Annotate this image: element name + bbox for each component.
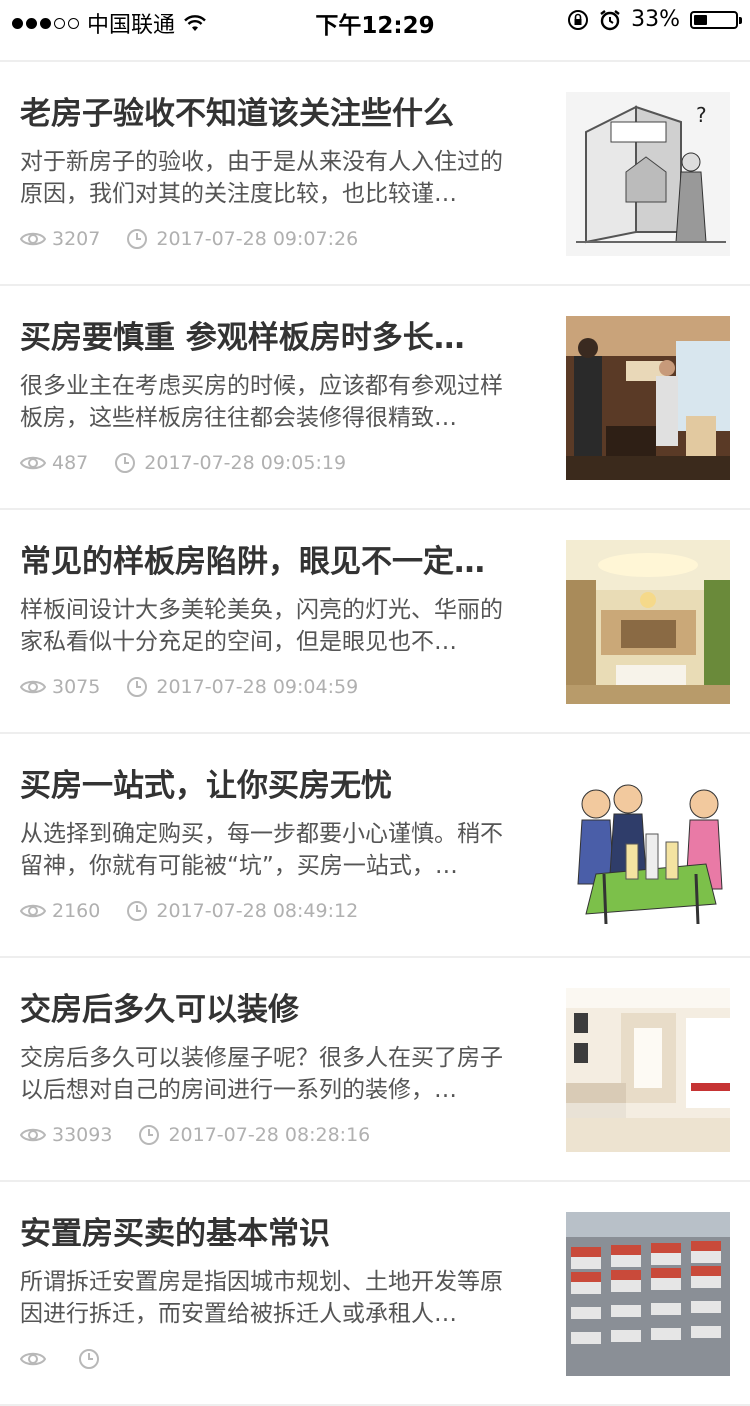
publish-time-value: 2017-07-28 09:07:26	[156, 228, 359, 250]
publish-time: 2017-07-28 08:28:16	[138, 1124, 370, 1146]
eye-icon	[20, 1128, 46, 1142]
publish-time	[78, 1348, 108, 1370]
article-title: 常见的样板房陷阱，眼见不一定…	[20, 544, 485, 580]
article-title: 交房后多久可以装修	[20, 992, 299, 1028]
article-thumbnail-bright-living-room[interactable]	[566, 988, 730, 1152]
publish-time: 2017-07-28 08:49:12	[126, 900, 358, 922]
article-meta: 3207 2017-07-28 09:07:26	[20, 228, 358, 250]
view-count-value: 3075	[52, 676, 101, 698]
publish-time: 2017-07-28 09:05:19	[114, 452, 346, 474]
clock-icon	[139, 1125, 160, 1145]
article-meta: 3075 2017-07-28 09:04:59	[20, 676, 358, 698]
article-meta: 33093 2017-07-28 08:28:16	[20, 1124, 370, 1146]
eye-icon	[20, 232, 46, 246]
article-item[interactable]: 交房后多久可以装修 交房后多久可以装修屋子呢？很多人在买了房子以后想对自己的房间…	[0, 958, 750, 1182]
view-count: 3075	[20, 676, 100, 698]
article-title: 安置房买卖的基本常识	[20, 1216, 330, 1252]
svg-text:?: ?	[696, 103, 707, 127]
article-thumbnail-aerial-housing-estate[interactable]	[566, 1212, 730, 1376]
battery-icon	[690, 10, 742, 29]
publish-time-value: 2017-07-28 08:49:12	[156, 900, 359, 922]
view-count: 487	[20, 452, 88, 474]
article-item[interactable]: 老房子验收不知道该关注些什么 对于新房子的验收，由于是从来没有人入住过的原因，我…	[0, 62, 750, 286]
view-count-value: 487	[52, 452, 89, 474]
status-right: 33%	[567, 7, 742, 32]
article-summary: 样板间设计大多美轮美奂，闪亮的灯光、华丽的家私看似十分充足的空间，但是眼见也不…	[20, 597, 503, 655]
publish-time-value: 2017-07-28 09:05:19	[144, 452, 347, 474]
clock-icon	[127, 229, 148, 249]
article-summary: 很多业主在考虑买房的时候，应该都有参观过样板房，这些样板房往往都会装修得很精致…	[20, 373, 503, 431]
publish-time-value: 2017-07-28 09:04:59	[156, 676, 359, 698]
view-count-value: 3207	[52, 228, 101, 250]
alarm-icon	[600, 9, 620, 30]
article-item[interactable]: 买房一站式，让你买房无忧 从选择到确定购买，每一步都要小心谨慎。稍不留神，你就有…	[0, 734, 750, 958]
battery-level	[694, 14, 708, 25]
article-meta: 2160 2017-07-28 08:49:12	[20, 900, 358, 922]
clock-icon	[79, 1349, 99, 1369]
article-list: 老房子验收不知道该关注些什么 对于新房子的验收，由于是从来没有人入住过的原因，我…	[0, 62, 750, 1406]
clock-icon	[127, 677, 148, 697]
header-divider	[0, 40, 750, 62]
status-bar: 中国联通 下午12:29 33%	[0, 0, 750, 40]
article-item[interactable]: 常见的样板房陷阱，眼见不一定… 样板间设计大多美轮美奂，闪亮的灯光、华丽的家私看…	[0, 510, 750, 734]
article-summary: 从选择到确定购买，每一步都要小心谨慎。稍不留神，你就有可能被“坑”，买房一站式，…	[20, 821, 503, 879]
eye-icon	[20, 456, 46, 470]
publish-time: 2017-07-28 09:04:59	[126, 676, 358, 698]
eye-icon	[20, 1352, 46, 1366]
clock-icon	[127, 901, 148, 921]
article-summary: 所谓拆迁安置房是指因城市规划、土地开发等原因进行拆迁，而安置给被拆迁人或承租人…	[20, 1269, 503, 1327]
view-count: 2160	[20, 900, 100, 922]
article-thumbnail-cartoon-house-inspection[interactable]: ?	[566, 92, 730, 256]
article-summary: 交房后多久可以装修屋子呢？很多人在买了房子以后想对自己的房间进行一系列的装修，…	[20, 1045, 503, 1103]
view-count-value: 33093	[52, 1124, 113, 1146]
battery-percent: 33%	[631, 7, 680, 32]
article-title: 买房要慎重 参观样板房时多长…	[20, 320, 465, 356]
view-count-value: 2160	[52, 900, 101, 922]
publish-time: 2017-07-28 09:07:26	[126, 228, 358, 250]
rotation-lock-icon	[568, 9, 589, 30]
publish-time-value: 2017-07-28 08:28:16	[168, 1124, 371, 1146]
article-title: 老房子验收不知道该关注些什么	[20, 96, 454, 132]
article-item[interactable]: 安置房买卖的基本常识 所谓拆迁安置房是指因城市规划、土地开发等原因进行拆迁，而安…	[0, 1182, 750, 1406]
article-title: 买房一站式，让你买房无忧	[20, 768, 392, 804]
eye-icon	[20, 904, 46, 918]
article-thumbnail-people-in-show-flat[interactable]	[566, 316, 730, 480]
eye-icon	[20, 680, 46, 694]
clock-icon	[115, 453, 136, 473]
article-summary: 对于新房子的验收，由于是从来没有人入住过的原因，我们对其的关注度比较，也比较谨…	[20, 149, 503, 207]
article-item[interactable]: 买房要慎重 参观样板房时多长… 很多业主在考虑买房的时候，应该都有参观过样板房，…	[0, 286, 750, 510]
article-thumbnail-cartoon-buyers-model[interactable]	[566, 764, 730, 928]
view-count: 33093	[20, 1124, 112, 1146]
article-thumbnail-luxury-living-room[interactable]	[566, 540, 730, 704]
view-count: 3207	[20, 228, 100, 250]
view-count	[20, 1350, 52, 1368]
article-meta: 487 2017-07-28 09:05:19	[20, 452, 346, 474]
article-meta	[20, 1348, 108, 1370]
